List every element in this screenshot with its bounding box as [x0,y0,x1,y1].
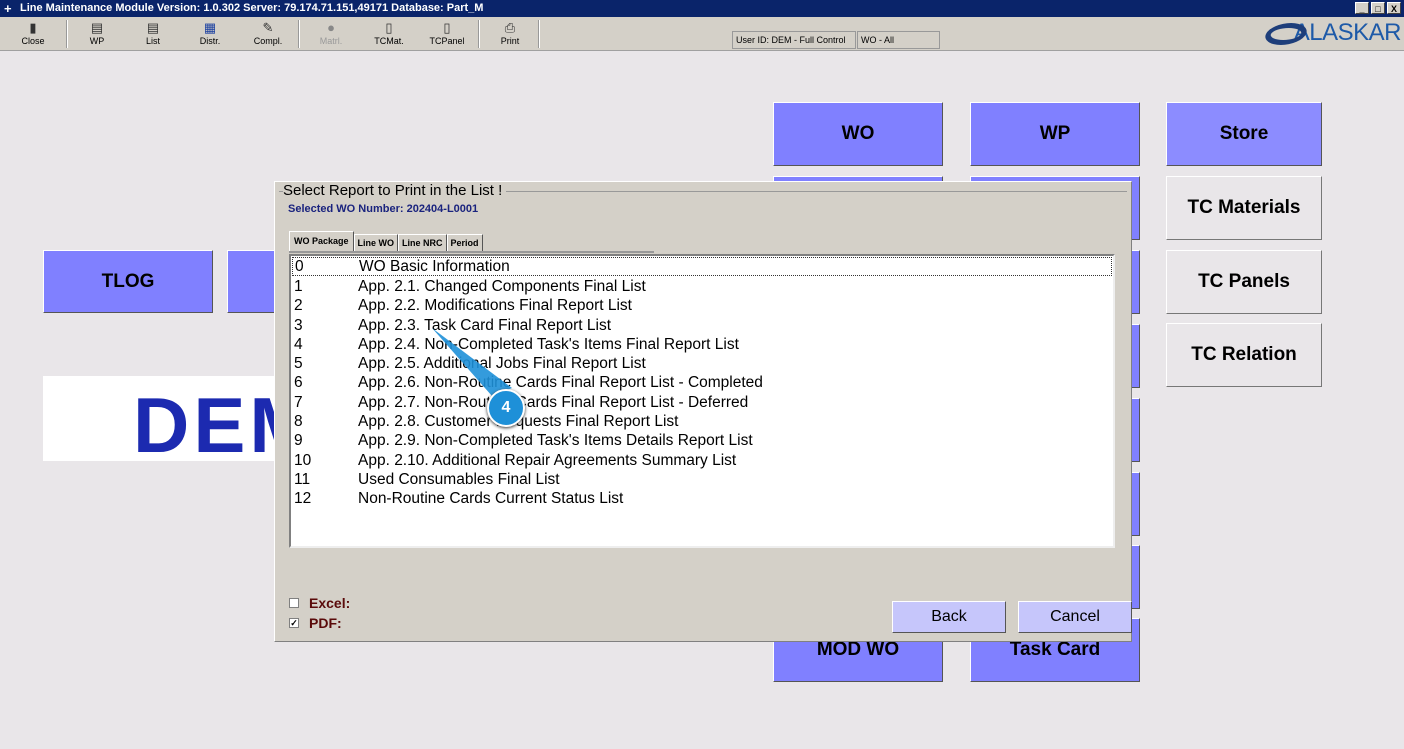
report-number: 11 [294,470,311,488]
user-status: User ID: DEM - Full Control [732,31,856,49]
report-number: 3 [294,316,303,334]
window-title: Line Maintenance Module Version: 1.0.302… [20,2,484,14]
report-tabs: WO Package Line WO Line NRC Period [289,231,483,251]
report-list-item[interactable]: 9 App. 2.9. Non-Completed Task's Items De… [291,432,1113,451]
report-list-item[interactable]: 5 App. 2.5. Additional Jobs Final Report … [291,354,1113,373]
report-list-item[interactable]: 7 App. 2.7. Non-Routine Cards Final Repor… [291,393,1113,412]
report-list-item[interactable]: 10 App. 2.10. Additional Repair Agreement… [291,451,1113,470]
report-number: 1 [294,277,303,295]
tc-materials-button[interactable]: TC Materials [1166,176,1322,240]
printer-folder-icon: ▤ [90,20,104,35]
report-number: 5 [294,355,303,373]
tc-panels-button[interactable]: TC Panels [1166,250,1322,314]
wp-button[interactable]: ▤ WP [72,20,122,50]
report-list-item[interactable]: 2 App. 2.2. Modifications Final Report Li… [291,297,1113,316]
tab-period[interactable]: Period [446,234,483,251]
report-name: App. 2.7. Non-Routine Cards Final Report… [358,393,749,411]
selected-wo-number: Selected WO Number: 202404-L0001 [288,203,479,215]
tc-relation-button[interactable]: TC Relation [1166,323,1322,387]
report-name: App. 2.6. Non-Routine Cards Final Report… [358,374,763,392]
report-number: 12 [294,490,312,508]
checkbox-box[interactable] [289,598,299,608]
minimize-button[interactable]: _ [1355,2,1369,14]
wo-filter-status: WO - All [857,31,940,49]
report-number: 2 [294,297,303,315]
report-name: App. 2.2. Modifications Final Report Lis… [358,297,632,315]
matrl-button[interactable]: ● Matrl. [306,20,356,50]
distr-button[interactable]: ▦ Distr. [185,20,235,50]
distribution-icon: ▦ [203,20,217,35]
restore-button[interactable]: □ [1371,2,1385,14]
select-report-dialog: Select Report to Print in the List ! Sel… [274,181,1132,642]
report-number: 0 [295,257,304,275]
report-number: 10 [294,451,312,469]
compl-button[interactable]: ✎ Compl. [243,20,293,50]
wp-main-button[interactable]: WP [970,102,1140,166]
report-list-item[interactable]: 4 App. 2.4. Non-Completed Task's Items Fi… [291,335,1113,354]
step-marker: 4 [487,389,525,427]
report-number: 9 [294,432,303,450]
report-name: App. 2.4. Non-Completed Task's Items Fin… [358,335,739,353]
report-number: 7 [294,393,303,411]
report-list-item[interactable]: 6 App. 2.6. Non-Routine Cards Final Repor… [291,374,1113,393]
report-name: WO Basic Information [359,257,510,275]
tcmat-button[interactable]: ▯ TCMat. [364,20,414,50]
dialog-title: Select Report to Print in the List ! [283,182,507,199]
excel-checkbox[interactable]: Excel: [289,595,350,611]
checkbox-box[interactable]: ✓ [289,618,299,628]
report-name: App. 2.9. Non-Completed Task's Items Det… [358,432,753,450]
tab-line-nrc[interactable]: Line NRC [398,234,447,251]
cancel-button[interactable]: Cancel [1018,601,1132,633]
tab-line-wo[interactable]: Line WO [353,234,399,251]
app-icon: + [4,1,12,16]
document-icon: ▯ [385,20,393,35]
report-list[interactable]: 0 WO Basic Information 1 App. 2.1. Changed … [289,254,1115,548]
print-button[interactable]: ⎙ Print [485,20,535,50]
alaskar-logo: ALASKAR [1260,19,1402,47]
report-name: App. 2.3. Task Card Final Report List [358,316,612,334]
report-name: App. 2.5. Additional Jobs Final Report L… [358,355,646,373]
report-number: 4 [294,335,303,353]
report-name: App. 2.1. Changed Components Final List [358,277,646,295]
tlog-button[interactable]: TLOG [43,250,213,313]
report-list-item[interactable]: 0 WO Basic Information [292,257,1112,277]
report-number: 8 [294,413,303,431]
user-banner: DEM [43,376,283,461]
wo-button[interactable]: WO [773,102,943,166]
complete-icon: ✎ [262,20,274,35]
close-button[interactable]: ▮ Close [8,20,58,50]
pdf-checkbox[interactable]: ✓ PDF: [289,615,342,631]
report-list-item[interactable]: 11 Used Consumables Final List [291,470,1113,489]
report-list-item[interactable]: 8 App. 2.8. Customer Requests Final Repor… [291,412,1113,431]
tcpanel-button[interactable]: ▯ TCPanel [422,20,472,50]
back-button[interactable]: Back [892,601,1006,633]
list-button[interactable]: ▤ List [128,20,178,50]
separator [478,20,480,48]
separator [66,20,68,48]
flask-icon: ● [327,20,335,35]
toolbar: ▮ Close ▤ WP ▤ List ▦ Distr. ✎ Compl. ● Matrl.… [0,17,1404,51]
separator [538,20,540,48]
printer-folder-icon: ▤ [146,20,160,35]
separator [298,20,300,48]
report-name: App. 2.10. Additional Repair Agreements … [358,451,737,469]
tab-wo-package[interactable]: WO Package [289,231,354,251]
document-icon: ▯ [443,20,451,35]
report-list-item[interactable]: 1 App. 2.1. Changed Components Final List [291,277,1113,296]
exit-door-icon: ▮ [29,20,37,35]
close-window-button[interactable]: X [1387,2,1401,14]
tab-divider [289,251,654,253]
report-name: Non-Routine Cards Current Status List [358,490,624,508]
report-name: Used Consumables Final List [358,470,560,488]
printer-icon: ⎙ [504,20,516,35]
report-list-item[interactable]: 12 Non-Routine Cards Current Status List [291,490,1113,509]
report-number: 6 [294,374,303,392]
title-bar: + Line Maintenance Module Version: 1.0.3… [0,0,1404,17]
store-button[interactable]: Store [1166,102,1322,166]
report-list-item[interactable]: 3 App. 2.3. Task Card Final Report List [291,316,1113,335]
